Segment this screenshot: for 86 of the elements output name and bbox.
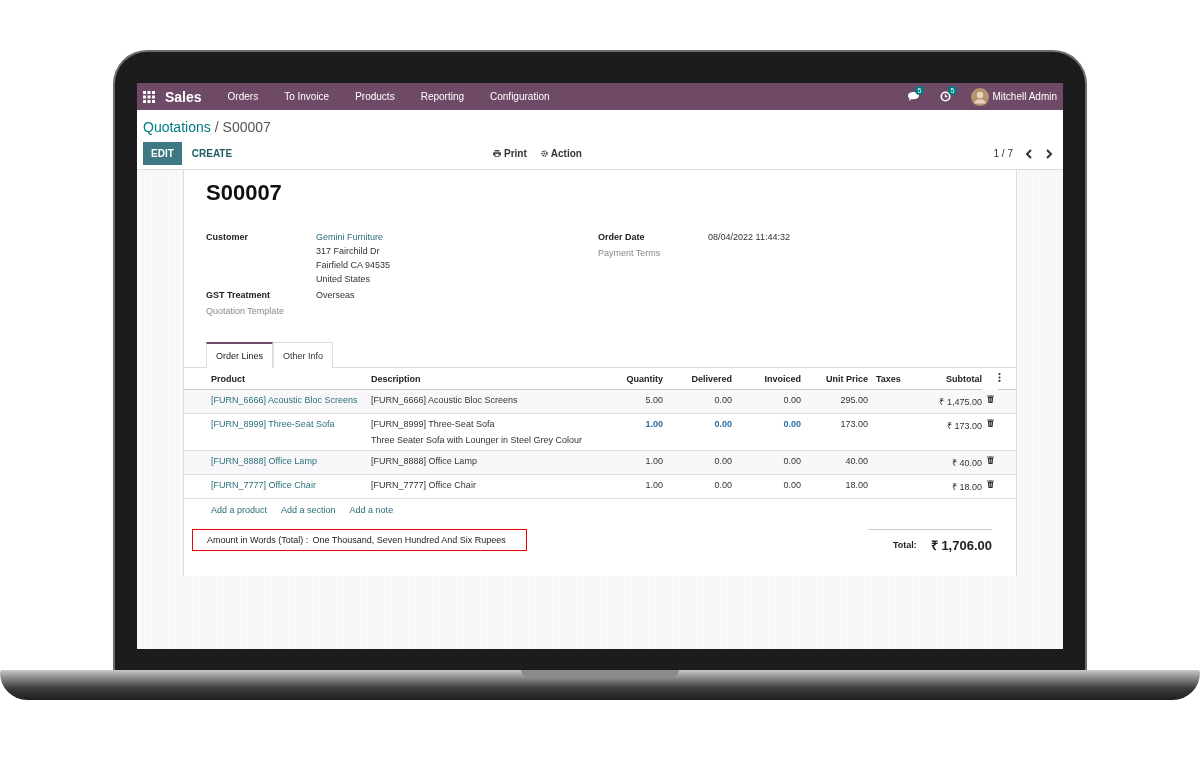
table-cell: 40.00 (845, 456, 868, 466)
field-value: United States (316, 274, 372, 284)
table-cell: 0.00 (714, 395, 732, 405)
trash-icon[interactable] (986, 456, 994, 464)
description-line: [FURN_7777] Office Chair (371, 480, 477, 490)
table-cell: 1.00 (645, 419, 663, 429)
subtotal-cell: ₹ 1,475.00 (939, 397, 982, 407)
breadcrumb-separator: / (214, 119, 219, 135)
column-header[interactable]: Subtotal (946, 373, 982, 384)
chat-icon[interactable] (906, 91, 920, 102)
gear-icon (540, 150, 548, 157)
total-amount: ₹ 1,706.00 (930, 537, 992, 554)
field-label: Customer (206, 232, 249, 244)
table-cell: 0.00 (783, 480, 801, 490)
menu-item[interactable]: To Invoice (284, 91, 330, 102)
product-cell[interactable]: [FURN_8999] Three-Seat Sofa (211, 419, 335, 429)
more-options-icon[interactable] (998, 373, 1001, 382)
pager-counter: 1 / 7 (993, 148, 1013, 159)
product-cell[interactable]: [FURN_7777] Office Chair (211, 480, 316, 490)
clock-icon[interactable] (939, 91, 951, 102)
trash-icon[interactable] (986, 394, 994, 403)
customer-link[interactable]: Gemini Furniture (316, 232, 391, 242)
field-value: Overseas (316, 290, 355, 300)
add-line-link[interactable]: Add a note (349, 505, 394, 515)
field-label: Quotation Template (206, 306, 285, 316)
column-header[interactable]: Delivered (691, 373, 732, 384)
app-name[interactable]: Sales (165, 88, 202, 105)
field-value: Fairfield CA 94535 (316, 260, 391, 270)
previous-icon[interactable] (1025, 148, 1033, 159)
subtotal-cell: ₹ 18.00 (951, 482, 982, 492)
field-value: 317 Fairchild Dr (316, 246, 381, 256)
description-line: [FURN_6666] Acoustic Bloc Screens (371, 395, 519, 405)
description-line: [FURN_8999] Three-Seat Sofa (371, 419, 496, 429)
table-cell: 5.00 (645, 395, 663, 405)
menu-item[interactable]: Orders (227, 91, 259, 102)
table-cell: 0.00 (714, 456, 732, 466)
table-cell: 295.00 (840, 395, 868, 405)
breadcrumb-link[interactable]: Quotations (143, 119, 211, 135)
column-header[interactable]: Taxes (876, 373, 901, 384)
product-cell[interactable]: [FURN_6666] Acoustic Bloc Screens (211, 395, 358, 405)
avatar-icon[interactable] (970, 87, 989, 106)
table-cell: 0.00 (714, 419, 732, 429)
table-cell: 0.00 (783, 456, 801, 466)
menu-item[interactable]: Reporting (420, 91, 464, 102)
field-label: GST Treatment (206, 290, 271, 300)
table-cell: 173.00 (840, 419, 868, 429)
product-cell[interactable]: [FURN_8888] Office Lamp (211, 456, 317, 466)
table-cell: 1.00 (645, 480, 663, 490)
amount-in-words-label: Amount in Words (Total) : (207, 535, 309, 545)
column-header[interactable]: Product (211, 373, 245, 384)
description-line: Three Seater Sofa with Lounger in Steel Grey Colour (371, 435, 584, 445)
field-label: Payment Terms (598, 248, 662, 258)
column-header[interactable]: Description (371, 373, 421, 384)
subtotal-cell: ₹ 173.00 (946, 421, 982, 431)
table-cell: 1.00 (645, 456, 663, 466)
column-header[interactable]: Quantity (626, 373, 663, 384)
print-button[interactable]: Print (493, 148, 527, 159)
printer-icon (493, 150, 501, 157)
table-cell: 0.00 (783, 395, 801, 405)
action-button[interactable]: Action (540, 148, 582, 159)
subtotal-cell: ₹ 40.00 (951, 458, 982, 468)
menu-item[interactable]: Products (355, 91, 395, 102)
field-value: 08/04/2022 11:44:32 (708, 232, 790, 242)
menu-item[interactable]: Configuration (490, 91, 550, 102)
field-label: Order Date (598, 232, 646, 242)
create-button[interactable]: CREATE (181, 142, 243, 165)
amount-in-words-value: One Thousand, Seven Hundred And Six Rupees (312, 535, 506, 545)
tab[interactable]: Other Info (273, 342, 334, 368)
apps-menu-icon[interactable] (143, 90, 155, 103)
record-title: S00007 (206, 180, 283, 206)
breadcrumb-current: S00007 (222, 119, 271, 135)
add-line-link[interactable]: Add a section (281, 505, 336, 515)
description-line: [FURN_8888] Office Lamp (371, 456, 478, 466)
edit-button[interactable]: EDIT (143, 142, 182, 165)
table-cell: 0.00 (714, 480, 732, 490)
next-icon[interactable] (1045, 148, 1053, 159)
total-label: Total: (892, 540, 917, 550)
column-header[interactable]: Invoiced (764, 373, 801, 384)
table-cell: 18.00 (845, 480, 868, 490)
column-header[interactable]: Unit Price (826, 373, 868, 384)
trash-icon[interactable] (986, 419, 994, 427)
user-name[interactable]: Mitchell Admin (992, 91, 1057, 102)
table-cell: 0.00 (783, 419, 801, 429)
add-line-link[interactable]: Add a product (211, 505, 268, 515)
tab[interactable]: Order Lines (206, 342, 274, 368)
trash-icon[interactable] (986, 480, 994, 488)
